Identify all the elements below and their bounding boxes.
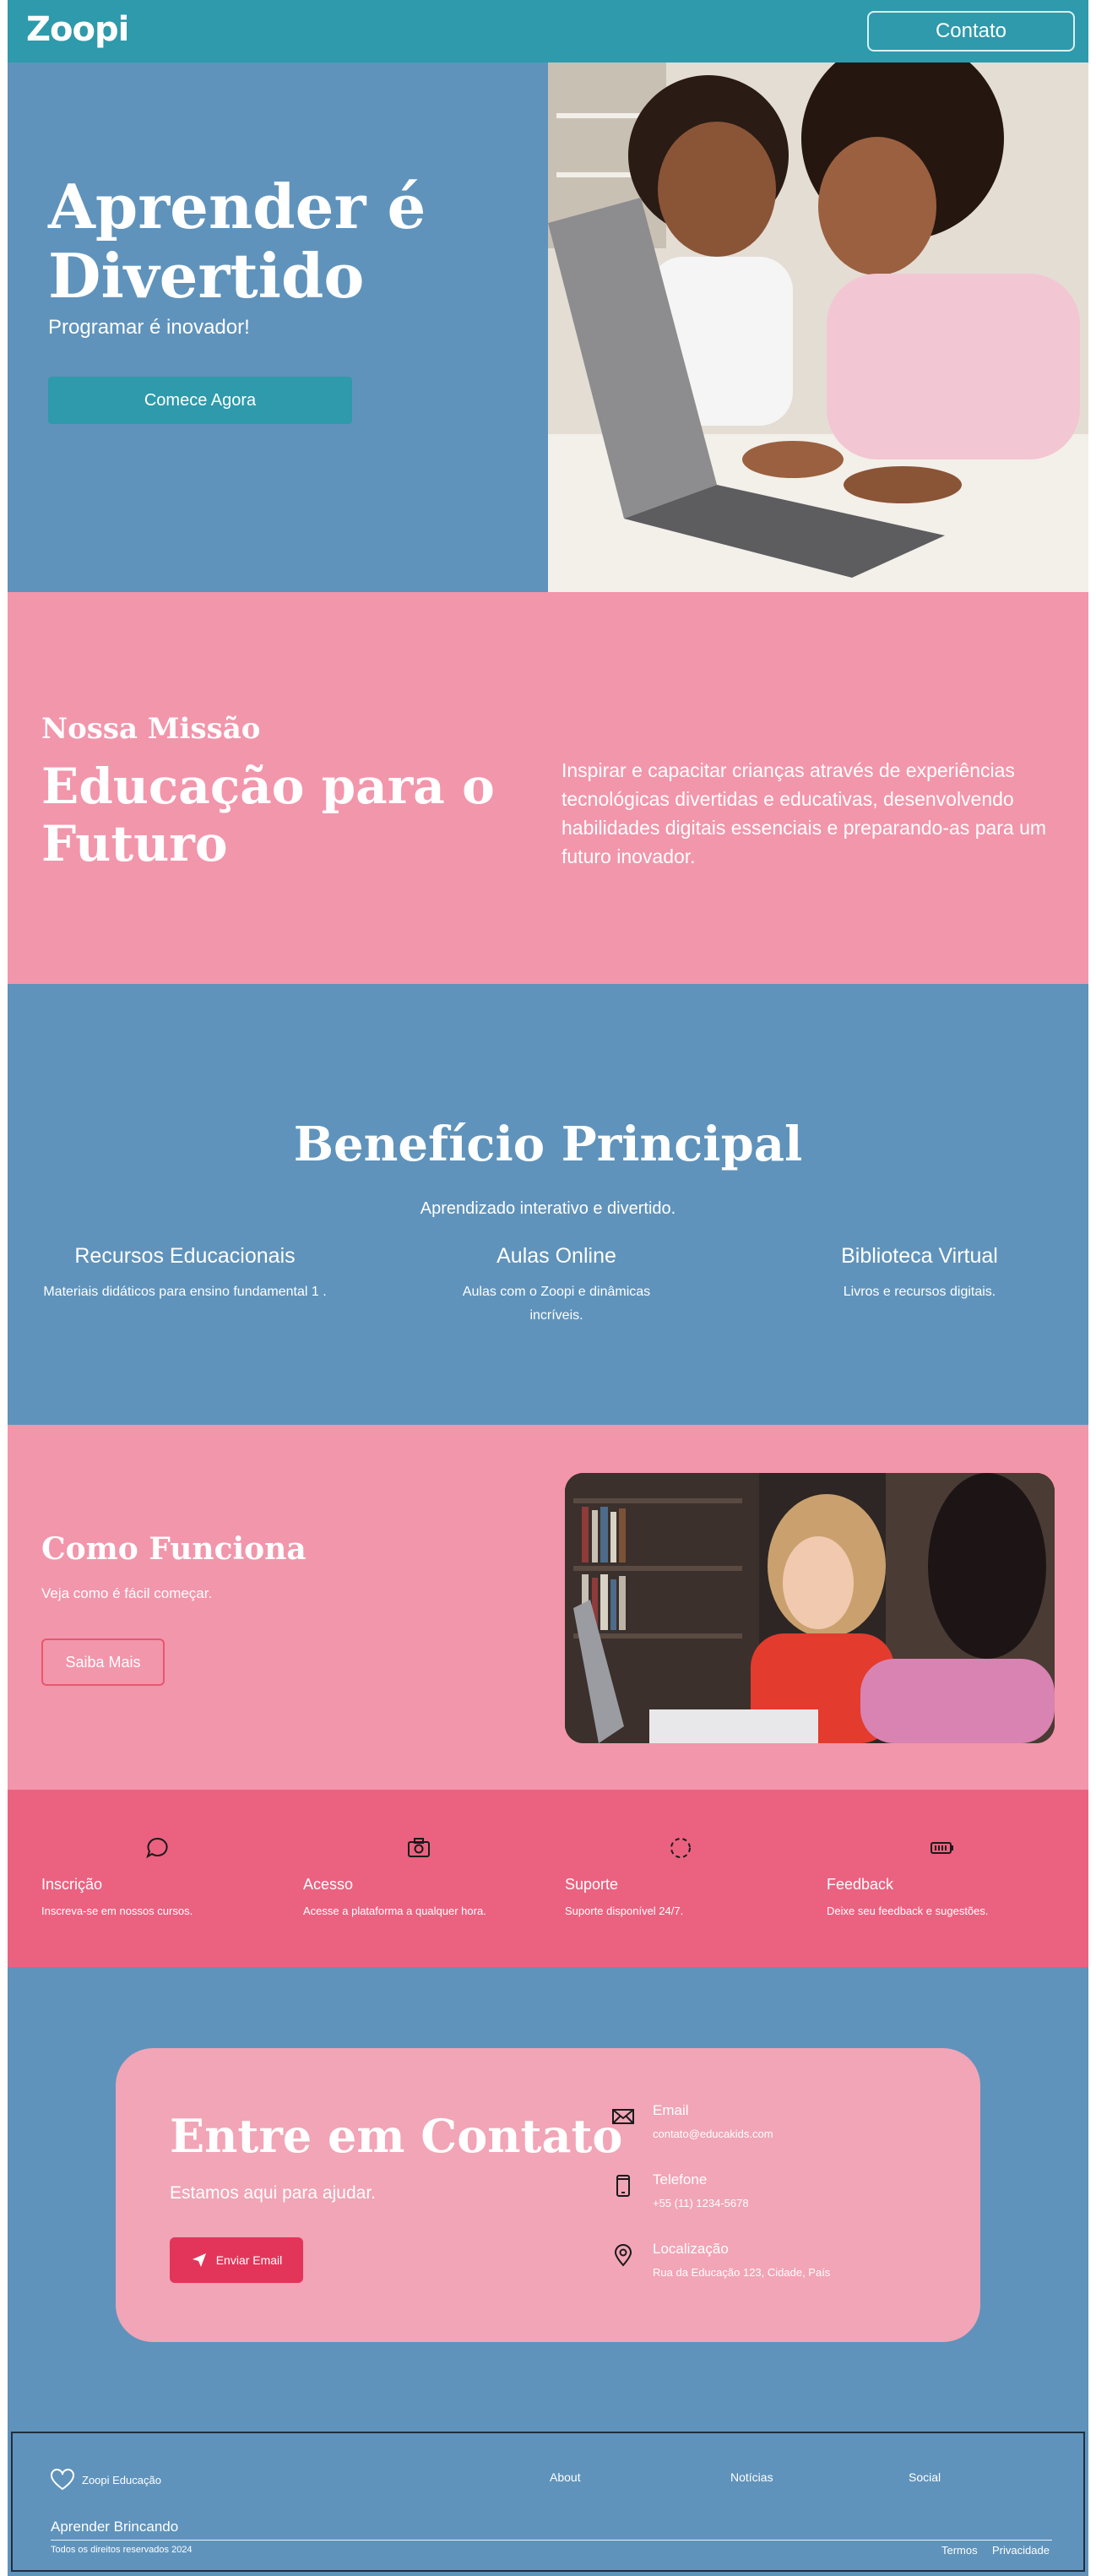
enviar-email-button[interactable]: Enviar Email [170, 2237, 303, 2283]
beneficio-title: Benefício Principal [293, 1117, 803, 1172]
footer-link-termos[interactable]: Termos [941, 2544, 978, 2557]
beneficio-subtitle: Aprendizado interativo e divertido. [420, 1199, 676, 1218]
footer-link-privacidade[interactable]: Privacidade [992, 2544, 1050, 2557]
como-funciona-section: Como Funciona Veja como é fácil começar.… [8, 1425, 1088, 1790]
footer-link-about[interactable]: About [550, 2470, 581, 2484]
hero-subtitle: Programar é inovador! [48, 316, 250, 339]
hero-title: Aprender é Divertido [48, 171, 426, 312]
beneficio-card-biblioteca: Biblioteca Virtual Livros e recursos dig… [801, 1244, 1038, 1304]
chat-bubble-icon [146, 1837, 168, 1859]
como-funciona-subtitle: Veja como é fácil começar. [41, 1585, 213, 1601]
contato-item-label: Telefone [653, 2171, 708, 2187]
logo[interactable]: Zoopi [26, 10, 129, 49]
location-pin-icon [614, 2244, 632, 2267]
hero-photo-kids-laptop [548, 62, 1088, 592]
site-header: Zoopi Contato [8, 0, 1088, 62]
contato-item-label: Email [653, 2102, 689, 2118]
footer-tagline: Aprender Brincando [51, 2519, 179, 2535]
hero-section: Aprender é Divertido Programar é inovado… [8, 62, 1088, 592]
feature-text: Acesse a plataforma a qualquer hora. [303, 1905, 486, 1917]
feature-text: Inscreva-se em nossos cursos. [41, 1905, 193, 1917]
contato-item-value: Rua da Educação 123, Cidade, País [653, 2266, 831, 2279]
contato-item-label: Localização [653, 2241, 729, 2257]
comece-agora-button[interactable]: Comece Agora [48, 377, 352, 424]
feature-title: Feedback [827, 1876, 894, 1893]
feature-title: Suporte [565, 1876, 619, 1893]
beneficio-card-aulas: Aulas Online Aulas com o Zoopi e dinâmic… [438, 1244, 675, 1328]
saiba-mais-button[interactable]: Saiba Mais [41, 1639, 165, 1686]
footer-link-social[interactable]: Social [909, 2470, 941, 2484]
beneficio-card-recursos: Recursos Educacionais Materiais didático… [41, 1244, 328, 1304]
students-library-photo [565, 1473, 1055, 1743]
beneficio-card-text: Materiais didáticos para ensino fundamen… [43, 1285, 327, 1299]
missao-section: Nossa Missão Educação para o Futuro Insp… [8, 592, 1088, 984]
feature-text: Suporte disponível 24/7. [565, 1905, 684, 1917]
feature-title: Acesso [303, 1876, 354, 1893]
phone-icon [616, 2175, 630, 2197]
hero-photo-illustration [548, 62, 1088, 592]
feature-title: Inscrição [41, 1876, 103, 1893]
contato-subtitle: Estamos aqui para ajudar. [170, 2183, 376, 2203]
students-photo-illustration [565, 1473, 1055, 1743]
contato-item-value[interactable]: contato@educakids.com [653, 2128, 773, 2140]
contato-section: Entre em Contato Estamos aqui para ajuda… [8, 1967, 1088, 2427]
site-footer: Zoopi Educação About Notícias Social Apr… [8, 2427, 1088, 2576]
camera-icon [408, 1838, 430, 1857]
contato-button[interactable]: Contato [867, 11, 1075, 52]
beneficio-card-title: Biblioteca Virtual [841, 1244, 998, 1268]
missao-title: Educação para o Futuro [41, 758, 495, 872]
footer-copyright: Todos os direitos reservados 2024 [51, 2545, 193, 2555]
send-icon [192, 2253, 206, 2267]
dashed-circle-icon [670, 1838, 691, 1858]
heart-icon [51, 2469, 74, 2491]
enviar-email-label: Enviar Email [215, 2253, 283, 2267]
envelope-icon [612, 2109, 634, 2124]
feature-text: Deixe seu feedback e sugestões. [827, 1905, 989, 1917]
missao-text: Inspirar e capacitar crianças através de… [562, 759, 1047, 867]
footer-brand-label: Zoopi Educação [82, 2473, 161, 2486]
footer-brand[interactable]: Zoopi Educação [50, 2469, 161, 2491]
contato-item-value[interactable]: +55 (11) 1234-5678 [653, 2197, 749, 2209]
missao-kicker: Nossa Missão [41, 712, 261, 746]
page: Zoopi Contato Aprender é Divertido Progr… [8, 0, 1088, 2576]
beneficio-card-text: Aulas com o Zoopi e dinâmicas incríveis. [462, 1285, 651, 1323]
contato-title: Entre em Contato [170, 2109, 623, 2163]
features-section: Inscrição Inscreva-se em nossos cursos. … [8, 1790, 1088, 1967]
footer-divider [51, 2540, 1052, 2541]
battery-icon [931, 1842, 953, 1854]
como-funciona-title: Como Funciona [41, 1531, 307, 1567]
footer-border: Zoopi Educação About Notícias Social Apr… [11, 2432, 1085, 2572]
contato-card: Entre em Contato Estamos aqui para ajuda… [116, 2048, 980, 2342]
beneficio-card-title: Recursos Educacionais [74, 1244, 296, 1268]
footer-link-noticias[interactable]: Notícias [730, 2470, 773, 2484]
beneficio-card-text: Livros e recursos digitais. [843, 1285, 996, 1299]
beneficio-card-title: Aulas Online [496, 1244, 616, 1268]
beneficio-section: Benefício Principal Aprendizado interati… [8, 984, 1088, 1425]
